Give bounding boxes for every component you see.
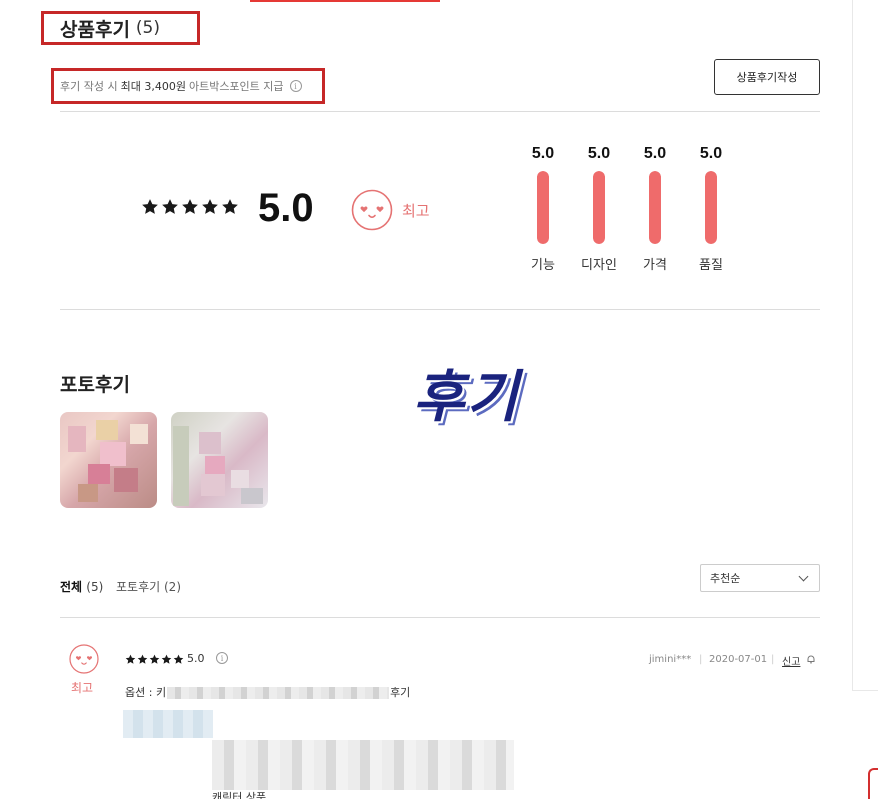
chevron-down-icon <box>798 571 809 582</box>
review-author: jimini*** <box>649 654 692 665</box>
rating-stars <box>141 198 239 216</box>
separator: | <box>771 654 775 665</box>
rating-bar-function: 5.0 기능 <box>523 145 563 273</box>
bar-track <box>649 171 661 244</box>
divider <box>60 617 820 618</box>
review-stars <box>125 654 184 665</box>
bar-fill <box>649 171 661 244</box>
bar-value: 5.0 <box>531 145 555 162</box>
active-tab-indicator <box>250 0 440 2</box>
report-link[interactable]: 신고 <box>782 653 800 668</box>
divider <box>852 690 878 691</box>
review-grade-label: 최고 <box>71 681 94 695</box>
review-option: 옵션 : 키 후기 <box>125 684 410 700</box>
star-icon <box>162 199 178 214</box>
blurred-image <box>123 710 213 738</box>
photo-review-thumbnail[interactable] <box>60 412 157 508</box>
rating-bar-design: 5.0 디자인 <box>579 145 619 273</box>
star-icon <box>161 654 172 664</box>
bar-label: 디자인 <box>581 258 617 273</box>
review-text: 캐릭터 상품 ... <box>212 791 281 799</box>
bar-track <box>593 171 605 244</box>
page-title: 상품후기 <box>60 18 130 41</box>
photo-review-thumbnail[interactable] <box>171 412 268 508</box>
blurred-review-text <box>212 740 514 790</box>
bar-track <box>705 171 717 244</box>
tab-label: 포토후기 <box>116 580 161 594</box>
star-icon <box>202 199 218 214</box>
star-icon <box>142 199 158 214</box>
bar-value: 5.0 <box>587 145 611 162</box>
bar-value: 5.0 <box>699 145 723 162</box>
review-point-notice: 후기 작성 시 최대 3,400원 아트박스포인트 지급 i <box>51 68 325 104</box>
star-icon <box>125 654 136 664</box>
tab-all-reviews[interactable]: 전체 (5) <box>60 578 103 595</box>
photo-review-title: 포토후기 <box>60 374 130 396</box>
notice-amount: 최대 3,400원 <box>120 80 186 93</box>
bell-icon[interactable] <box>806 654 816 664</box>
star-icon <box>149 654 160 664</box>
tab-label: 전체 <box>60 580 83 594</box>
write-review-button[interactable]: 상품후기작성 <box>714 59 820 95</box>
option-suffix: 후기 <box>390 686 411 699</box>
sort-dropdown[interactable]: 추천순 <box>700 564 820 592</box>
review-date: 2020-07-01 <box>709 654 768 665</box>
divider <box>60 309 820 310</box>
star-icon <box>173 654 184 664</box>
star-icon <box>137 654 148 664</box>
smile-face-icon <box>69 644 99 674</box>
watermark-text: 후기 <box>413 364 521 430</box>
rating-bar-price: 5.0 가격 <box>635 145 675 273</box>
notice-suffix: 아트박스포인트 지급 <box>188 80 284 93</box>
separator: | <box>699 654 703 665</box>
bar-fill <box>537 171 549 244</box>
grade-label: 최고 <box>402 202 430 220</box>
average-score: 5.0 <box>258 186 314 230</box>
divider <box>852 0 853 690</box>
tab-count: (5) <box>86 580 104 594</box>
review-score: 5.0 <box>187 652 205 665</box>
divider <box>60 111 820 112</box>
rating-bar-quality: 5.0 품질 <box>691 145 731 273</box>
info-icon[interactable]: i <box>289 80 302 92</box>
bar-value: 5.0 <box>643 145 667 162</box>
floating-widget-edge[interactable] <box>868 768 878 799</box>
sort-selected-value: 추천순 <box>710 572 741 585</box>
bar-label: 품질 <box>699 258 723 273</box>
option-prefix: 옵션 : 키 <box>125 686 167 699</box>
bar-label: 가격 <box>643 258 667 273</box>
bar-label: 기능 <box>531 258 555 273</box>
bar-track <box>537 171 549 244</box>
notice-prefix: 후기 작성 시 <box>60 80 118 93</box>
review-section-title: 상품후기 (5) <box>41 11 200 45</box>
review-count: (5) <box>135 18 161 38</box>
star-icon <box>222 199 238 214</box>
star-icon <box>182 199 198 214</box>
info-icon[interactable]: i <box>216 652 228 664</box>
bar-fill <box>705 171 717 244</box>
bar-fill <box>593 171 605 244</box>
smile-face-icon <box>351 189 393 231</box>
tab-photo-reviews[interactable]: 포토후기 (2) <box>116 578 181 595</box>
tab-count: (2) <box>164 580 181 594</box>
blurred-text <box>167 687 390 699</box>
